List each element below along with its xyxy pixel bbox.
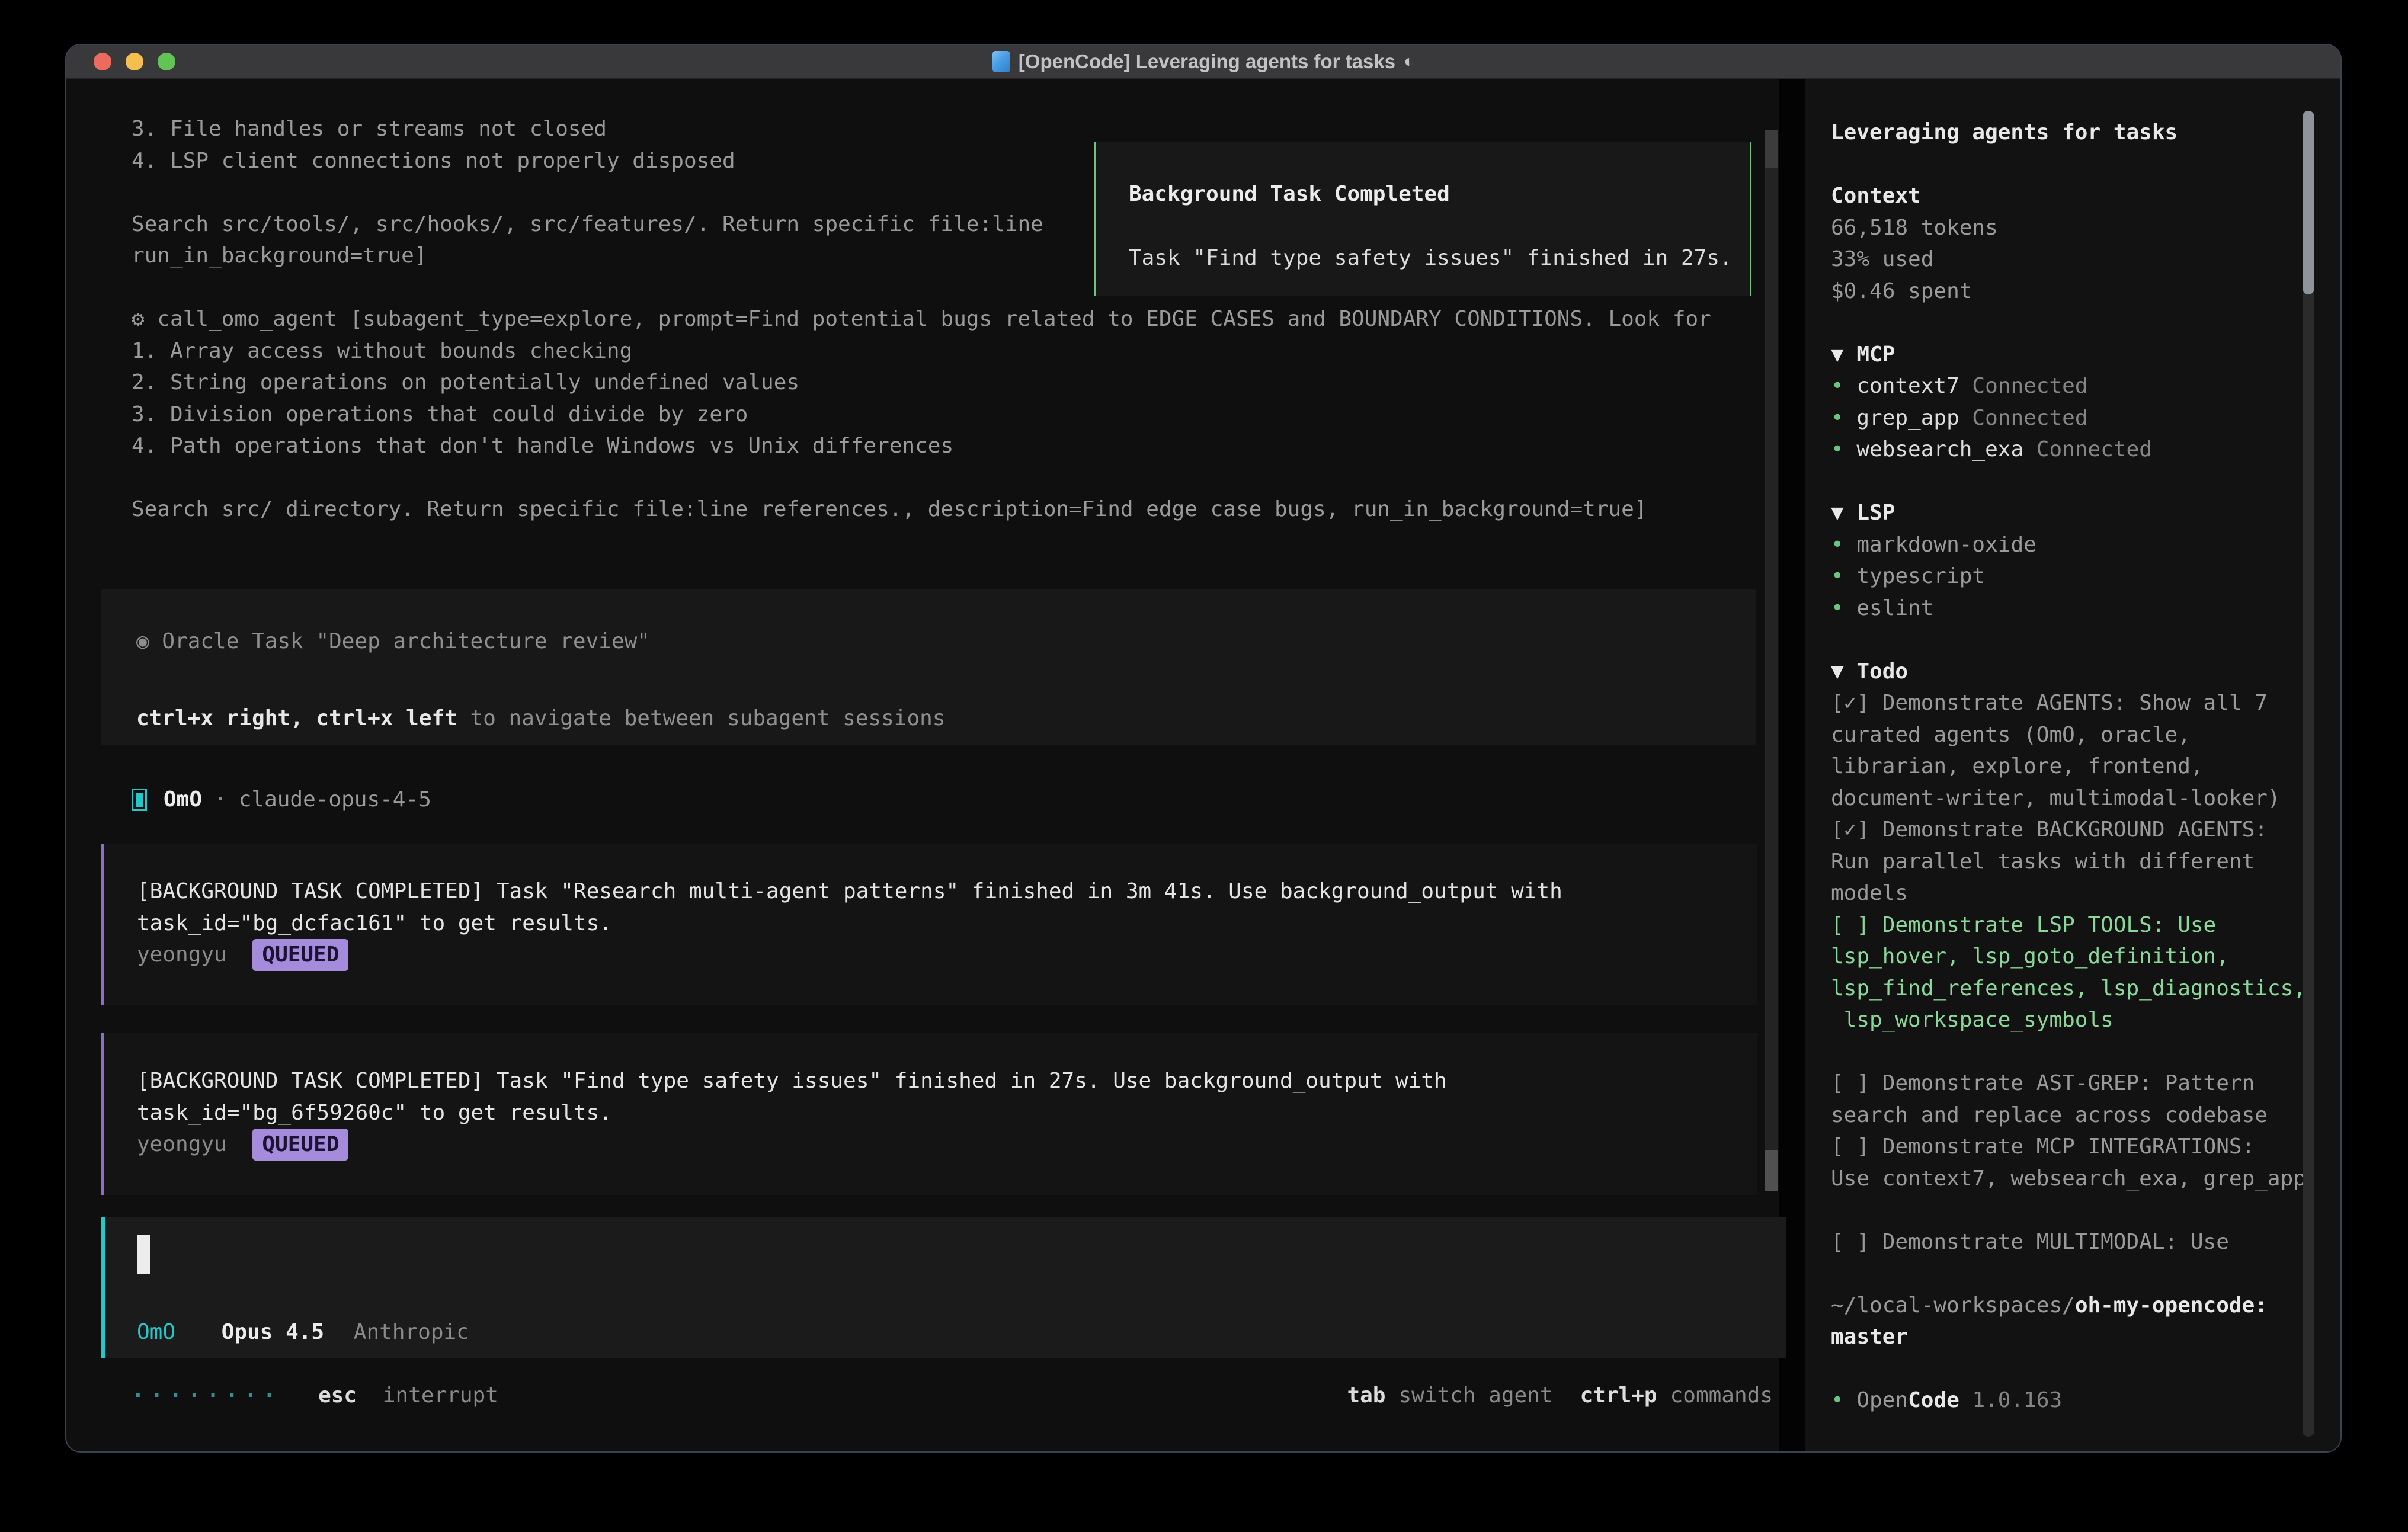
agent-square-icon	[132, 789, 147, 811]
agent-name: OmO	[164, 784, 202, 816]
lsp-item: • typescript	[1831, 560, 2306, 592]
spacer	[1831, 1258, 2306, 1290]
zoom-button[interactable]	[158, 53, 175, 70]
mcp-item: • grep_app Connected	[1831, 402, 2306, 434]
context-spent: $0.46 spent	[1831, 275, 2306, 307]
lsp-item: • markdown-oxide	[1831, 529, 2306, 561]
app-window: [OpenCode] Leveraging agents for tasks ◐…	[65, 44, 2342, 1453]
minimize-button[interactable]	[126, 53, 143, 70]
todo-line-active: lsp_workspace_symbols	[1831, 1004, 2306, 1036]
notification-body: Task "Find type safety issues" finished …	[1129, 242, 1750, 274]
text-cursor	[137, 1235, 150, 1274]
task-result-line1: [BACKGROUND TASK COMPLETED] Task "Find t…	[137, 1065, 1757, 1097]
todo-line-pending: Use context7, websearch_exa, grep_app	[1831, 1163, 2306, 1195]
notification-title: Background Task Completed	[1129, 178, 1750, 210]
mcp-item: • context7 Connected	[1831, 370, 2306, 402]
opencode-version: • OpenCode 1.0.163	[1831, 1384, 2306, 1416]
separator-dot: ·	[214, 784, 227, 816]
mcp-item: • websearch_exa Connected	[1831, 434, 2306, 466]
todo-line-done: [✓] Demonstrate AGENTS: Show all 7	[1831, 687, 2306, 719]
prompt-input[interactable]: OmO Opus 4.5 Anthropic	[101, 1217, 1786, 1358]
statusbar-right: tabswitch agent ctrl+pcommands	[1320, 1380, 1773, 1412]
model-row: OmO Opus 4.5 Anthropic	[137, 1316, 469, 1348]
input-provider-name: Anthropic	[354, 1320, 469, 1344]
mcp-heading: ▼ MCP	[1831, 339, 2306, 371]
task-result-line1: [BACKGROUND TASK COMPLETED] Task "Resear…	[137, 876, 1757, 908]
scrollbar-thumb[interactable]	[2303, 111, 2314, 294]
spacer	[1831, 307, 2306, 339]
spacer	[1831, 466, 2306, 498]
todo-line-done: curated agents (OmO, oracle,	[1831, 719, 2306, 751]
blue-document-icon	[992, 51, 1010, 72]
keybind-hint: tabswitch agent	[1347, 1380, 1552, 1412]
sidebar-scrollbar[interactable]	[2303, 111, 2314, 1437]
task-result-block: [BACKGROUND TASK COMPLETED] Task "Resear…	[101, 844, 1757, 1005]
task-result-line2: task_id="bg_dcfac161" to get results.	[137, 908, 1757, 940]
todo-line-pending: [ ] Demonstrate AST-GREP: Pattern	[1831, 1068, 2306, 1100]
status-badge: QUEUED	[252, 1129, 348, 1161]
activity-dots: ········	[132, 1383, 281, 1408]
oracle-task-panel: ◉ Oracle Task "Deep architecture review"…	[101, 589, 1756, 745]
close-button[interactable]	[94, 53, 111, 70]
context-tokens: 66,518 tokens	[1831, 212, 2306, 244]
context-heading: Context	[1831, 180, 2306, 212]
task-result-line2: task_id="bg_6f59260c" to get results.	[137, 1097, 1757, 1129]
record-icon: ◉	[136, 629, 149, 653]
todo-line-done: Run parallel tasks with different	[1831, 846, 2306, 878]
todo-line-pending: [ ] Demonstrate MULTIMODAL: Use	[1831, 1226, 2306, 1258]
todo-line-done: librarian, explore, frontend,	[1831, 751, 2306, 783]
spacer	[1831, 624, 2306, 656]
user-name: yeongyu	[137, 1132, 227, 1156]
scrollbar-thumb[interactable]	[1765, 1150, 1778, 1191]
lsp-item: • eslint	[1831, 592, 2306, 624]
chat-pane: 3. File handles or streams not closed 4.…	[66, 79, 1779, 1453]
window-title-text: [OpenCode] Leveraging agents for tasks	[1019, 50, 1395, 73]
sidebar-lines: Leveraging agents for tasks Context66,51…	[1831, 117, 2306, 1416]
input-model-name: Opus 4.5	[222, 1320, 324, 1344]
todo-line-active: [ ] Demonstrate LSP TOOLS: Use	[1831, 909, 2306, 941]
statusbar-left: ········ esc interrupt	[132, 1380, 498, 1412]
agent-model: claude-opus-4-5	[239, 784, 431, 816]
keybind-hint: ctrl+pcommands	[1580, 1380, 1773, 1412]
spacer	[1831, 1353, 2306, 1385]
todo-line-active: lsp_hover, lsp_goto_definition,	[1831, 941, 2306, 973]
esc-key-hint: esc	[318, 1383, 357, 1408]
scrollbar-thumb[interactable]	[1765, 130, 1778, 168]
nav-keys: ctrl+x right, ctrl+x left	[136, 706, 457, 730]
input-agent-name: OmO	[137, 1320, 175, 1344]
task-result-block: [BACKGROUND TASK COMPLETED] Task "Find t…	[101, 1033, 1757, 1195]
traffic-lights	[94, 45, 175, 78]
esc-key-label: interrupt	[383, 1383, 498, 1408]
user-name: yeongyu	[137, 943, 227, 967]
oracle-task-line: ◉ Oracle Task "Deep architecture review"	[136, 626, 1756, 658]
task-result-meta: yeongyu QUEUED	[137, 1129, 1757, 1161]
todo-line-pending: search and replace across codebase	[1831, 1100, 2306, 1132]
status-badge: QUEUED	[252, 939, 348, 971]
subagent-nav-hint: ctrl+x right, ctrl+x left to navigate be…	[136, 703, 1756, 735]
todo-heading: ▼ Todo	[1831, 656, 2306, 688]
spacer	[1831, 149, 2306, 181]
sidebar: Leveraging agents for tasks Context66,51…	[1805, 79, 2340, 1453]
lsp-heading: ▼ LSP	[1831, 497, 2306, 529]
todo-line-done: [✓] Demonstrate BACKGROUND AGENTS:	[1831, 814, 2306, 846]
sidebar-title: Leveraging agents for tasks	[1831, 117, 2306, 149]
titlebar: [OpenCode] Leveraging agents for tasks ◐	[66, 45, 2340, 79]
todo-line-active: lsp_find_references, lsp_diagnostics,	[1831, 973, 2306, 1005]
todo-line-pending: [ ] Demonstrate MCP INTEGRATIONS:	[1831, 1131, 2306, 1163]
half-circle-icon: ◐	[1404, 52, 1414, 72]
background-task-notification: Background Task Completed Task "Find typ…	[1094, 142, 1751, 296]
statusbar: ········ esc interrupt tabswitch agent ct…	[132, 1380, 1773, 1412]
task-result-meta: yeongyu QUEUED	[137, 939, 1757, 971]
context-used: 33% used	[1831, 243, 2306, 275]
todo-line-done: document-writer, multimodal-looker)	[1831, 783, 2306, 815]
spacer	[1831, 1194, 2306, 1226]
workspace-path: ~/local-workspaces/oh-my-opencode:	[1831, 1290, 2306, 1322]
agent-header: OmO · claude-opus-4-5	[132, 784, 431, 816]
todo-line-done: models	[1831, 877, 2306, 909]
window-title: [OpenCode] Leveraging agents for tasks ◐	[992, 50, 1414, 73]
workspace-branch: master	[1831, 1321, 2306, 1353]
spacer	[1831, 1036, 2306, 1068]
chat-scrollbar[interactable]	[1765, 130, 1778, 1191]
